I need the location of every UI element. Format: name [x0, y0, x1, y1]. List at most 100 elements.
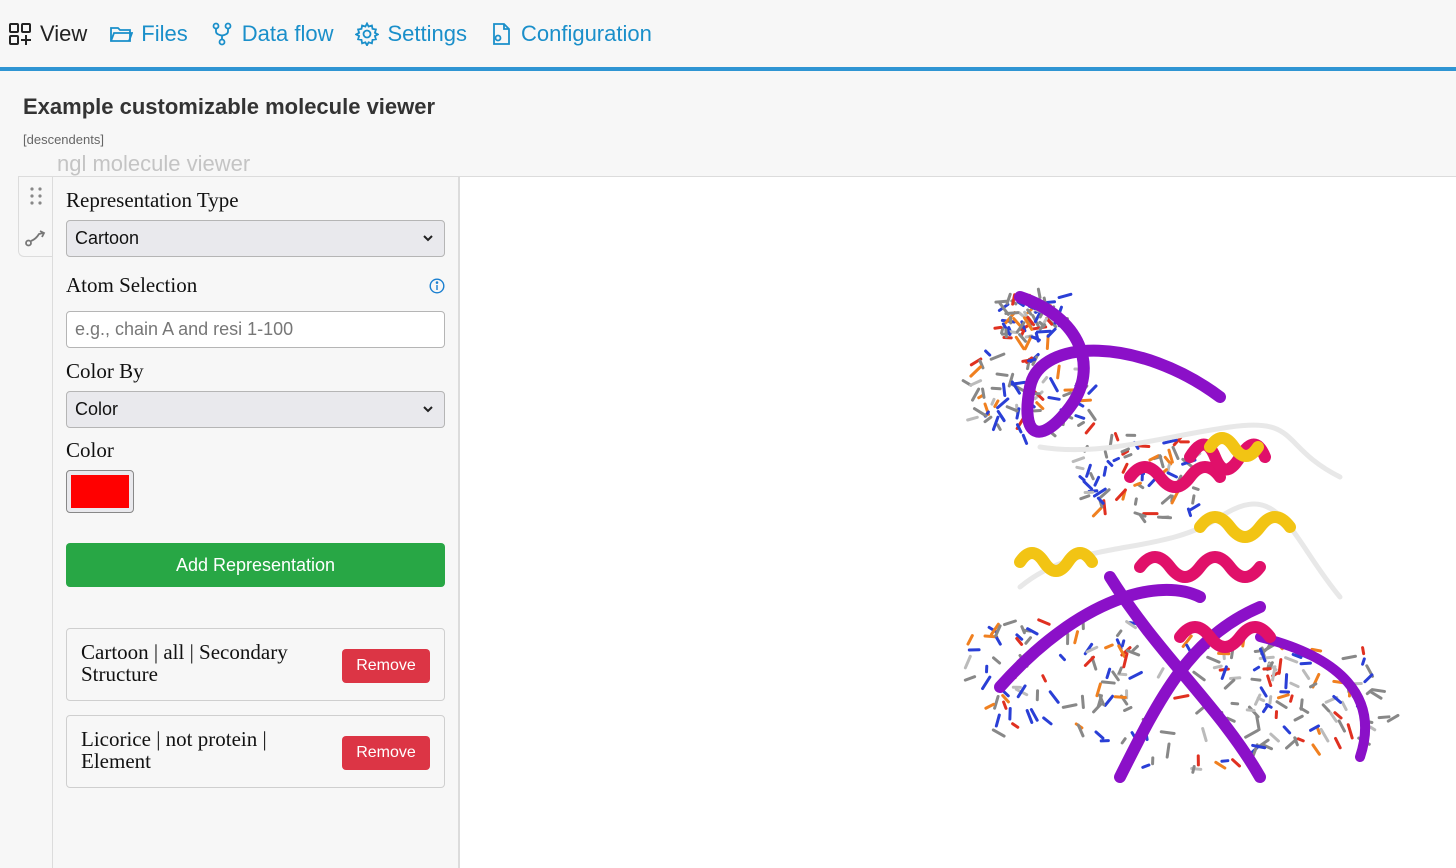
atom-bond	[1259, 686, 1268, 698]
atom-bond	[1192, 670, 1206, 682]
descendents-tag: [descendents]	[23, 132, 104, 147]
atom-bond	[1002, 619, 1017, 627]
nav-settings[interactable]: Settings	[355, 0, 467, 68]
atom-bond	[1001, 382, 1007, 397]
atom-bond	[1315, 726, 1321, 735]
gear-icon	[355, 22, 380, 46]
atom-bond	[1023, 336, 1033, 351]
atom-bond	[1158, 454, 1165, 469]
atom-bond	[1370, 688, 1386, 693]
atom-bond	[1285, 737, 1299, 750]
atom-bond	[1080, 694, 1085, 709]
atom-bond	[981, 387, 986, 399]
atom-bond	[1363, 673, 1374, 684]
atom-bond	[1037, 618, 1051, 626]
atom-selection-input[interactable]	[66, 311, 445, 348]
atom-bond	[1133, 497, 1138, 506]
atom-bond	[1025, 709, 1034, 724]
ribbon-segment	[1014, 547, 1098, 577]
atom-bond	[1337, 719, 1346, 733]
atom-bond	[1084, 422, 1096, 435]
atom-bond	[1255, 715, 1261, 732]
atom-bond	[1094, 730, 1105, 740]
color-picker[interactable]	[66, 470, 134, 513]
molecule-viewer-canvas[interactable]	[460, 177, 1456, 868]
atom-bond	[1268, 695, 1273, 705]
atom-bond	[983, 415, 993, 424]
atom-bond	[984, 702, 996, 710]
atom-bond	[1299, 698, 1304, 711]
atom-bond	[1047, 396, 1061, 401]
remove-button[interactable]: Remove	[342, 736, 430, 770]
top-nav: View Files Data flow Settings Configurat…	[0, 0, 1456, 68]
atom-bond	[1319, 727, 1330, 743]
color-by-select[interactable]: Color	[66, 391, 445, 428]
atom-bond	[1017, 311, 1025, 318]
representation-item-label: Licorice | not protein | Element	[81, 727, 267, 773]
color-by-label: Color By	[66, 359, 144, 383]
atom-bond	[1341, 654, 1357, 661]
atom-bond	[1296, 737, 1305, 743]
atom-bond	[1079, 494, 1091, 501]
atom-bond	[1186, 507, 1193, 518]
atom-bond	[1346, 723, 1354, 740]
nav-data-flow-label: Data flow	[241, 21, 334, 46]
nav-view[interactable]: View	[8, 0, 87, 68]
atom-bond	[992, 656, 1002, 665]
connect-icon[interactable]	[25, 227, 47, 249]
atom-bond	[1229, 676, 1242, 680]
atom-bond	[1027, 357, 1037, 363]
atom-bond	[1104, 643, 1114, 650]
info-icon[interactable]	[429, 278, 445, 294]
folder-icon	[110, 27, 134, 42]
representation-type-label: Representation Type	[66, 188, 239, 212]
atom-bond	[1120, 737, 1127, 745]
atom-bond	[1284, 673, 1289, 690]
atom-bond	[1061, 703, 1078, 709]
atom-bond	[1045, 300, 1057, 305]
atom-bond	[1102, 465, 1108, 477]
nav-configuration[interactable]: Configuration	[489, 0, 652, 68]
atom-bond	[984, 349, 992, 357]
atom-bond	[1071, 456, 1086, 464]
atom-bond	[1010, 380, 1026, 386]
representation-type-value: Cartoon	[75, 228, 140, 248]
atom-bond	[1062, 391, 1073, 398]
molecule-render	[961, 287, 1400, 783]
atom-bond	[996, 423, 1002, 431]
nav-data-flow[interactable]: Data flow	[210, 0, 334, 68]
representation-item: Cartoon | all | Secondary Structure Remo…	[66, 628, 445, 701]
drag-handle-icon[interactable]	[25, 185, 47, 207]
atom-bond	[1057, 292, 1073, 300]
atom-bond	[1036, 287, 1042, 300]
atom-bond	[1042, 716, 1053, 726]
atom-bond	[1214, 760, 1227, 770]
atom-bond	[1282, 725, 1292, 735]
ribbon-segment	[1017, 501, 1343, 600]
atom-bond	[1115, 629, 1123, 638]
config-file-icon	[493, 23, 510, 45]
remove-button[interactable]: Remove	[342, 649, 430, 683]
atom-bond	[1121, 462, 1129, 474]
representation-type-select[interactable]: Cartoon	[66, 220, 445, 257]
atom-bond	[969, 379, 983, 387]
atom-bond	[1078, 475, 1086, 482]
atom-bond	[996, 409, 1006, 422]
atom-bond	[1041, 674, 1047, 683]
atom-bond	[1223, 678, 1236, 690]
atom-bond	[1299, 661, 1312, 666]
add-representation-button[interactable]: Add Representation	[66, 543, 445, 587]
nav-accent-bar	[0, 67, 1456, 71]
atom-bond	[1112, 456, 1121, 463]
atom-bond	[1361, 657, 1366, 666]
atom-selection-label: Atom Selection	[66, 273, 198, 297]
nav-files[interactable]: Files	[109, 0, 188, 68]
atom-bond	[1195, 705, 1206, 715]
atom-bond	[1165, 742, 1171, 759]
atom-bond	[1269, 732, 1280, 743]
atom-bond	[1002, 700, 1008, 710]
atom-bond	[963, 675, 977, 682]
atom-bond	[1075, 465, 1085, 471]
atom-bond	[1301, 669, 1311, 680]
atom-bond	[981, 675, 992, 691]
